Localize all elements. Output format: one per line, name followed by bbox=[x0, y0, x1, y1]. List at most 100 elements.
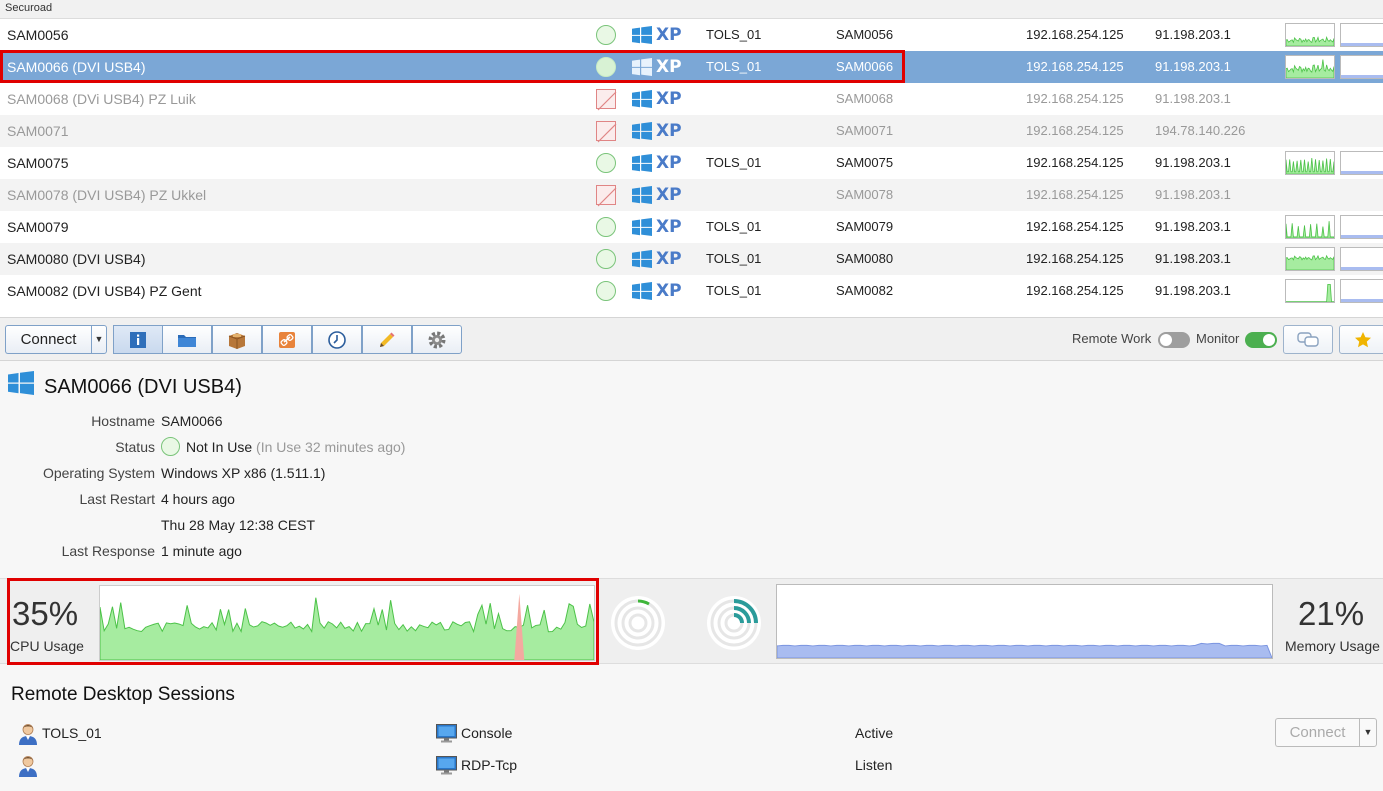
last-restart-label: Last Restart bbox=[79, 491, 155, 507]
status-offline-icon bbox=[596, 185, 617, 207]
windows-logo-icon bbox=[8, 371, 34, 395]
machine-user: TOLS_01 bbox=[706, 283, 762, 298]
machine-ip-public: 91.198.203.1 bbox=[1155, 155, 1231, 170]
status-offline-icon bbox=[596, 121, 617, 143]
machine-hostname: SAM0056 bbox=[836, 27, 894, 42]
memory-usage-chart bbox=[776, 584, 1273, 659]
status-hint: (In Use 32 minutes ago) bbox=[256, 439, 406, 455]
machine-name: SAM0082 (DVI USB4) PZ Gent bbox=[7, 283, 202, 299]
os-version: XP bbox=[656, 185, 682, 205]
status-online-icon bbox=[596, 25, 616, 45]
rds-session-name: RDP-Tcp bbox=[461, 757, 518, 773]
files-button[interactable] bbox=[162, 325, 212, 354]
rds-session-state: Listen bbox=[855, 757, 893, 773]
machine-ip-public: 194.78.140.226 bbox=[1155, 123, 1246, 138]
machine-ip-local: 192.168.254.125 bbox=[1026, 91, 1124, 106]
info-icon bbox=[130, 331, 146, 348]
machine-row[interactable]: SAM0082 (DVI USB4) PZ Gent XP TOLS_01 SAM00… bbox=[0, 275, 1383, 307]
cpu-usage-label: CPU Usage bbox=[10, 638, 84, 654]
os-label: Operating System bbox=[42, 465, 155, 481]
info-button[interactable] bbox=[113, 325, 163, 354]
windows-logo-icon bbox=[632, 250, 652, 268]
machine-row[interactable]: SAM0068 (DVi USB4) PZ Luik XP SAM0068 192.1… bbox=[0, 83, 1383, 115]
cpu-usage-chart bbox=[99, 585, 595, 661]
user-icon bbox=[19, 756, 37, 777]
rds-session-row[interactable]: TOLS_01 Console Active bbox=[0, 718, 1383, 748]
status-label: Status bbox=[115, 439, 155, 455]
machine-ip-public: 91.198.203.1 bbox=[1155, 251, 1231, 266]
machine-ip-local: 192.168.254.125 bbox=[1026, 123, 1124, 138]
cpu-sparkline bbox=[1285, 215, 1335, 239]
software-button[interactable] bbox=[212, 325, 262, 354]
machine-name: SAM0066 (DVI USB4) bbox=[7, 59, 146, 75]
rds-session-state: Active bbox=[855, 725, 894, 741]
last-restart-relative: 4 hours ago bbox=[161, 491, 235, 507]
memory-sparkline bbox=[1340, 55, 1383, 79]
history-button[interactable] bbox=[312, 325, 362, 354]
rds-session-row[interactable]: RDP-Tcp Listen bbox=[0, 750, 1383, 780]
pencil-icon bbox=[380, 332, 395, 347]
connect-dropdown-button[interactable]: ▼ bbox=[91, 325, 107, 354]
rds-session-name: Console bbox=[461, 725, 513, 741]
status-online-icon bbox=[596, 249, 616, 269]
windows-logo-icon bbox=[632, 282, 652, 300]
machine-list[interactable]: SAM0056 XP TOLS_01 SAM0056 192.168.254.125 91… bbox=[0, 19, 1383, 317]
connect-button[interactable]: Connect bbox=[5, 325, 91, 354]
machine-row[interactable]: SAM0080 (DVI USB4) XP TOLS_01 SAM0080 192.16… bbox=[0, 243, 1383, 275]
links-button[interactable] bbox=[262, 325, 312, 354]
machine-name: SAM0056 bbox=[7, 27, 69, 43]
memory-sparkline bbox=[1340, 23, 1383, 47]
os-version: XP bbox=[656, 153, 682, 173]
chat-button[interactable] bbox=[1283, 325, 1333, 354]
edit-button[interactable] bbox=[362, 325, 412, 354]
status-online-icon bbox=[596, 281, 616, 301]
machine-user: TOLS_01 bbox=[706, 27, 762, 42]
machine-row[interactable]: SAM0056 XP TOLS_01 SAM0056 192.168.254.125 91… bbox=[0, 19, 1383, 51]
machine-ip-local: 192.168.254.125 bbox=[1026, 283, 1124, 298]
monitor-toggle[interactable] bbox=[1245, 332, 1277, 348]
machine-row[interactable]: SAM0066 (DVI USB4) XP TOLS_01 SAM0066 192.16… bbox=[0, 51, 1383, 83]
machine-ip-local: 192.168.254.125 bbox=[1026, 219, 1124, 234]
star-icon bbox=[1355, 331, 1371, 347]
toggle-knob bbox=[1160, 334, 1172, 346]
machine-ip-public: 91.198.203.1 bbox=[1155, 27, 1231, 42]
machine-row[interactable]: SAM0078 (DVI USB4) PZ Ukkel XP SAM0078 192.… bbox=[0, 179, 1383, 211]
status-value: Not In Use (In Use 32 minutes ago) bbox=[161, 437, 405, 456]
os-version: XP bbox=[656, 249, 682, 269]
memory-sparkline bbox=[1340, 151, 1383, 175]
settings-button[interactable] bbox=[412, 325, 462, 354]
machine-name: SAM0080 (DVI USB4) bbox=[7, 251, 146, 267]
cpu-sparkline bbox=[1285, 151, 1335, 175]
machine-user: TOLS_01 bbox=[706, 59, 762, 74]
cpu-sparkline bbox=[1285, 247, 1335, 271]
machine-ip-local: 192.168.254.125 bbox=[1026, 155, 1124, 170]
machine-ip-local: 192.168.254.125 bbox=[1026, 27, 1124, 42]
machine-ip-public: 91.198.203.1 bbox=[1155, 187, 1231, 202]
machine-ip-public: 91.198.203.1 bbox=[1155, 283, 1231, 298]
machine-name: SAM0075 bbox=[7, 155, 69, 171]
remote-desktop-sessions: Remote Desktop Sessions TOLS_01 Console Ac… bbox=[0, 664, 1383, 791]
status-text: Not In Use bbox=[186, 439, 253, 455]
rds-title: Remote Desktop Sessions bbox=[11, 684, 235, 705]
memory-usage-label: Memory Usage bbox=[1285, 638, 1380, 654]
os-version: XP bbox=[656, 57, 682, 77]
machine-row[interactable]: SAM0079 XP TOLS_01 SAM0079 192.168.254.125 91… bbox=[0, 211, 1383, 243]
os-value: Windows XP x86 (1.511.1) bbox=[161, 465, 326, 481]
machine-hostname: SAM0075 bbox=[836, 155, 894, 170]
app-title: Securoad bbox=[5, 2, 53, 14]
remote-work-toggle[interactable] bbox=[1158, 332, 1190, 348]
rds-connect-button[interactable]: Connect bbox=[1275, 718, 1359, 747]
machine-row[interactable]: SAM0075 XP TOLS_01 SAM0075 192.168.254.125 91… bbox=[0, 147, 1383, 179]
machine-ip-public: 91.198.203.1 bbox=[1155, 59, 1231, 74]
status-online-icon bbox=[596, 217, 616, 237]
os-version: XP bbox=[656, 281, 682, 301]
favorite-button[interactable] bbox=[1339, 325, 1383, 354]
machine-name: SAM0079 bbox=[7, 219, 69, 235]
last-response-label: Last Response bbox=[61, 543, 155, 559]
cpu-sparkline bbox=[1285, 23, 1335, 47]
machine-details: SAM0066 (DVI USB4) Hostname SAM0066 Stat… bbox=[0, 361, 1383, 578]
os-version: XP bbox=[656, 89, 682, 109]
hostname-value: SAM0066 bbox=[161, 413, 223, 429]
machine-row[interactable]: SAM0071 XP SAM0071 192.168.254.125 194.78.14… bbox=[0, 115, 1383, 147]
rds-connect-dropdown-button[interactable]: ▼ bbox=[1359, 718, 1377, 747]
